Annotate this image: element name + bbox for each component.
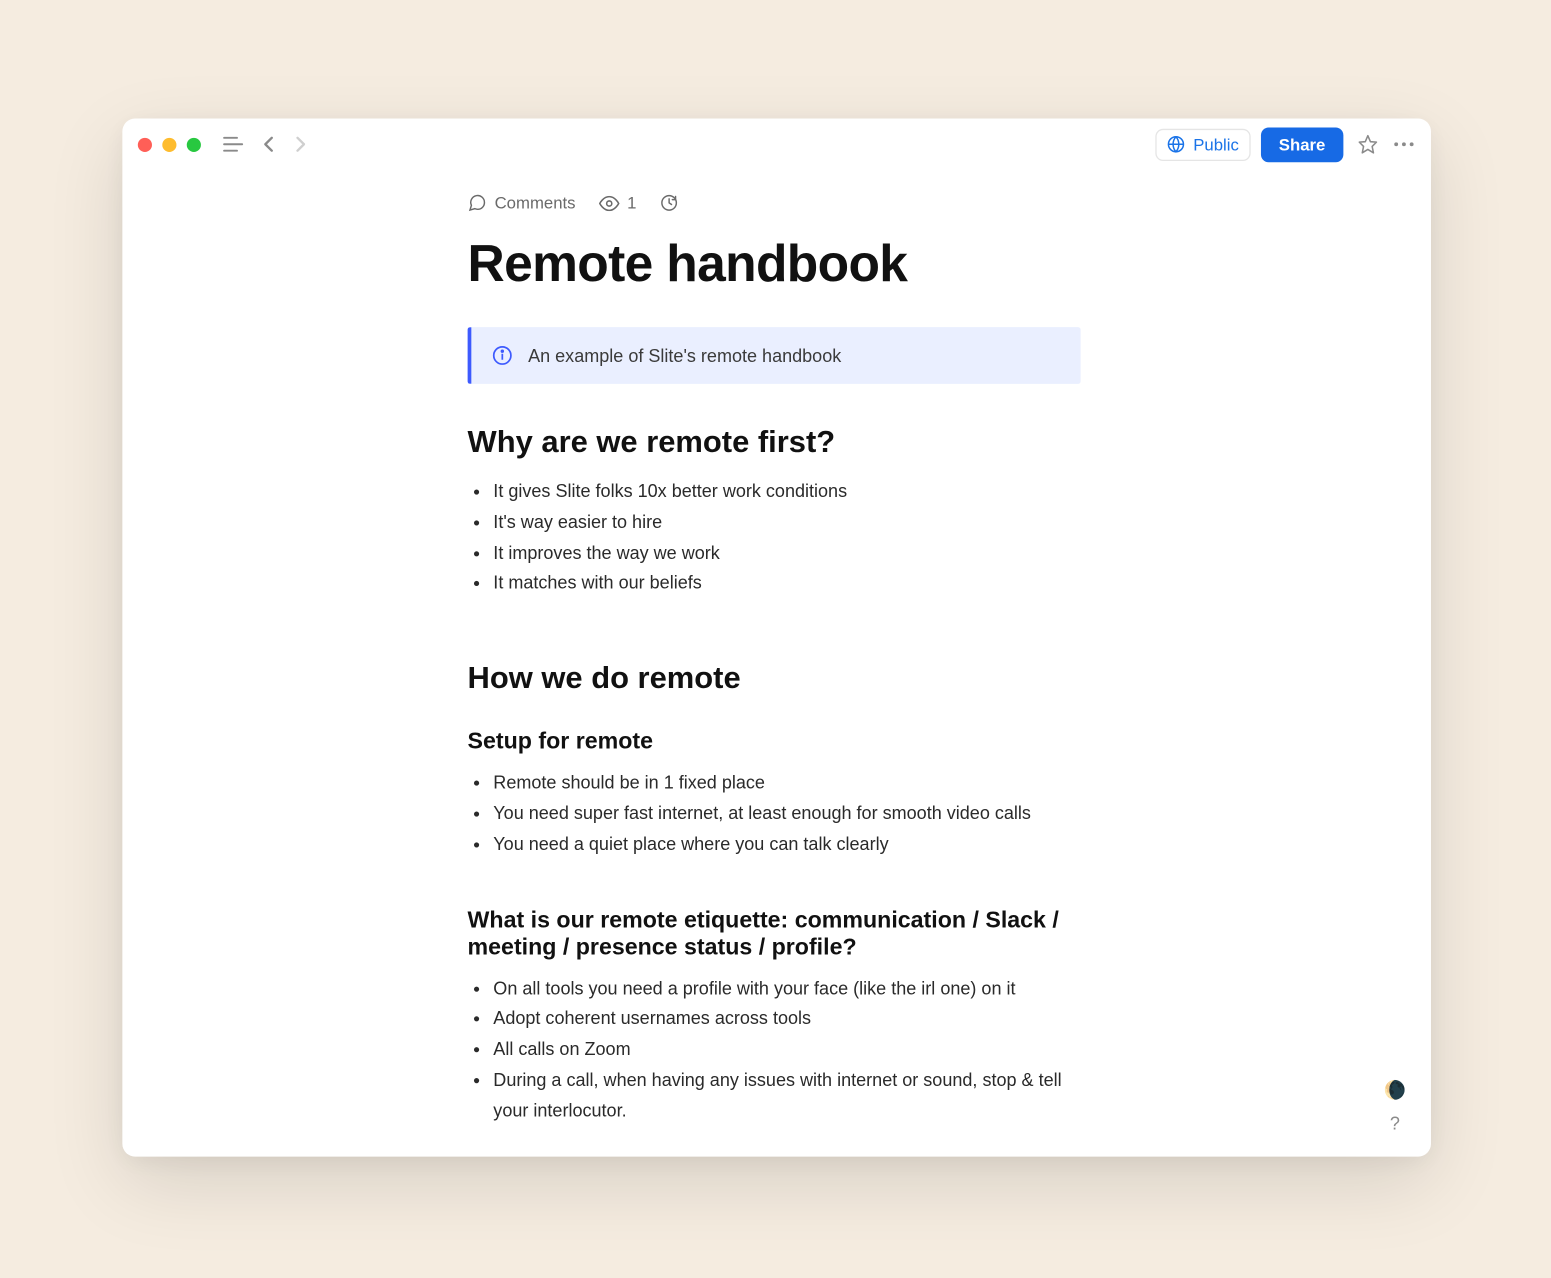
document-body: Comments 1 Remote handbook xyxy=(468,170,1081,1157)
list-item: It gives Slite folks 10x better work con… xyxy=(493,477,1080,508)
share-button[interactable]: Share xyxy=(1261,127,1344,162)
comment-icon xyxy=(468,193,487,212)
close-window-icon[interactable] xyxy=(138,137,152,151)
heading-how: How we do remote xyxy=(468,661,1081,697)
maximize-window-icon[interactable] xyxy=(187,137,201,151)
toggle-sidebar-button[interactable] xyxy=(222,133,245,156)
nav-forward-button[interactable] xyxy=(289,133,312,156)
list-item: You need a quiet place where you can tal… xyxy=(493,829,1080,860)
visibility-label: Public xyxy=(1193,135,1239,154)
subheading-etiquette: What is our remote etiquette: communicat… xyxy=(468,906,1081,960)
eye-icon xyxy=(599,195,620,210)
help-button[interactable]: ? xyxy=(1382,1110,1408,1136)
question-icon: ? xyxy=(1390,1113,1400,1134)
subheading-setup: Setup for remote xyxy=(468,728,1081,755)
view-count: 1 xyxy=(627,193,636,212)
list-item: Remote should be in 1 fixed place xyxy=(493,768,1080,799)
moon-icon: 🌘 xyxy=(1384,1079,1406,1101)
callout-text: An example of Slite's remote handbook xyxy=(528,345,841,366)
list-item: During a call, when having any issues wi… xyxy=(493,1065,1080,1126)
minimize-window-icon[interactable] xyxy=(162,137,176,151)
visibility-badge[interactable]: Public xyxy=(1156,128,1251,160)
list-item: Adopt coherent usernames across tools xyxy=(493,1004,1080,1035)
clock-refresh-icon xyxy=(660,193,679,212)
list-item: It's way easier to hire xyxy=(493,507,1080,538)
history-button[interactable] xyxy=(660,193,679,212)
info-callout: An example of Slite's remote handbook xyxy=(468,327,1081,384)
theme-toggle-button[interactable]: 🌘 xyxy=(1382,1077,1408,1103)
document-viewport: Comments 1 Remote handbook xyxy=(122,170,1431,1157)
info-icon xyxy=(492,345,513,366)
list-setup: Remote should be in 1 fixed place You ne… xyxy=(468,768,1081,860)
list-item: All calls on Zoom xyxy=(493,1034,1080,1065)
list-item: On all tools you need a profile with you… xyxy=(493,973,1080,1004)
favorite-button[interactable] xyxy=(1356,133,1379,156)
page-title: Remote handbook xyxy=(468,236,1081,294)
doc-meta-row: Comments 1 xyxy=(468,193,1081,212)
more-menu-button[interactable] xyxy=(1392,133,1415,156)
heading-why: Why are we remote first? xyxy=(468,425,1081,461)
comments-label: Comments xyxy=(495,193,576,212)
titlebar: Public Share xyxy=(122,118,1431,170)
window-controls xyxy=(138,137,201,151)
views-counter[interactable]: 1 xyxy=(599,193,637,212)
nav-back-button[interactable] xyxy=(258,133,281,156)
list-item: It improves the way we work xyxy=(493,538,1080,569)
list-why: It gives Slite folks 10x better work con… xyxy=(468,477,1081,600)
globe-icon xyxy=(1167,135,1185,153)
list-item: You need super fast internet, at least e… xyxy=(493,799,1080,830)
list-item: It matches with our beliefs xyxy=(493,569,1080,600)
app-window: Public Share Comments xyxy=(122,118,1431,1156)
comments-button[interactable]: Comments xyxy=(468,193,576,212)
list-etiquette: On all tools you need a profile with you… xyxy=(468,973,1081,1126)
